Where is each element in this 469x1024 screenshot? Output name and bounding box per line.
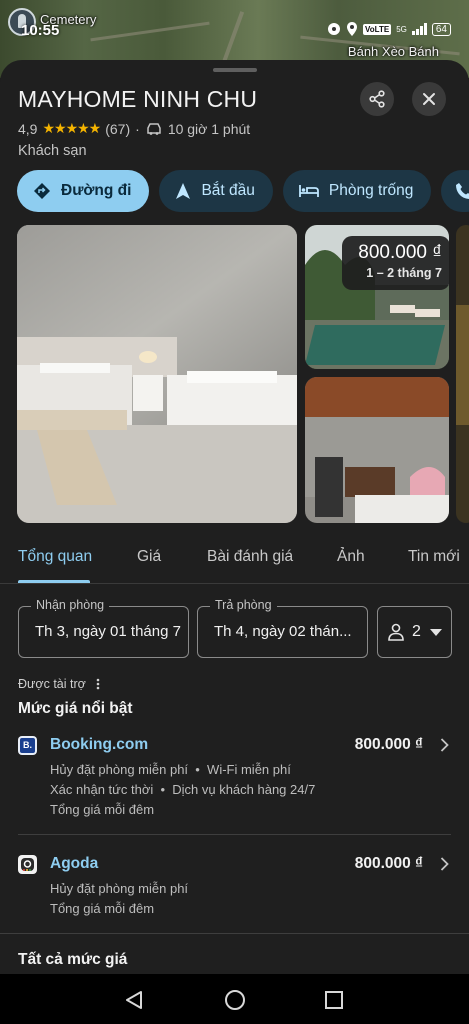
volte-badge: VoLTE (363, 23, 392, 35)
recents-icon[interactable] (324, 990, 344, 1010)
agoda-logo-icon (18, 855, 37, 874)
drive-time: 10 giờ 1 phút (167, 120, 251, 137)
availability-button[interactable]: Phòng trống (282, 170, 432, 212)
next-photo-preview[interactable] (456, 225, 469, 523)
place-name: MAYHOME NINH CHU (18, 86, 258, 112)
tab-bar: Tổng quan Giá Bài đánh giá Ảnh Tin mới (0, 536, 469, 584)
guests-selector[interactable]: 2 (377, 606, 452, 658)
booking-logo-icon: B. (18, 736, 37, 755)
divider (0, 933, 469, 934)
call-button[interactable] (441, 170, 469, 212)
system-nav-bar (0, 974, 469, 1024)
review-count[interactable]: (67) (105, 121, 130, 137)
tab-photos[interactable]: Ảnh (337, 548, 365, 566)
more-options-icon[interactable] (96, 678, 100, 690)
sponsored-row: Được tài trợ (18, 677, 100, 691)
phone-icon (456, 183, 469, 199)
rating-line: 4,9 ★★★★★ (67) · 10 giờ 1 phút (18, 120, 250, 137)
checkin-value: Th 3, ngày 01 tháng 7 (35, 623, 181, 640)
share-icon (369, 90, 385, 108)
main-room-photo[interactable] (17, 225, 297, 523)
start-button[interactable]: Bắt đầu (159, 170, 273, 212)
tab-prices[interactable]: Giá (137, 548, 161, 566)
navigation-arrow-icon (176, 183, 191, 199)
chevron-right-icon (440, 738, 449, 752)
photo-price-dates: 1 – 2 tháng 7 (366, 266, 442, 280)
drag-handle[interactable] (213, 68, 257, 72)
tab-indicator (18, 580, 90, 583)
home-icon[interactable] (224, 989, 246, 1011)
photo-price-tag[interactable]: 800.000 ₫ 1 – 2 tháng 7 (342, 236, 450, 290)
close-icon (423, 93, 435, 105)
tab-overview[interactable]: Tổng quan (18, 548, 92, 566)
offer-features-1: Hủy đặt phòng miễn phí • Wi-Fi miễn phí (50, 762, 291, 777)
separator-dot: · (135, 120, 140, 137)
offer-name: Agoda (50, 855, 99, 872)
offer-booking[interactable]: B. Booking.com 800.000 ₫ Hủy đặt phòng m… (0, 736, 469, 826)
preview-photo-image (456, 225, 469, 523)
offer-price: 800.000 ₫ (354, 736, 423, 753)
sponsored-label: Được tài trợ (18, 677, 86, 691)
bed-icon (299, 185, 319, 197)
offer-name: Booking.com (50, 736, 149, 753)
directions-button[interactable]: Đường đi (17, 170, 150, 212)
action-chips: Đường đi Bắt đầu Phòng trống (17, 170, 469, 212)
place-category: Khách sạn (18, 143, 87, 159)
signal-icon (411, 23, 427, 35)
car-icon (147, 122, 161, 135)
battery-icon: 64 (431, 22, 451, 36)
map-label-restaurant: Bánh Xèo Bánh (347, 44, 439, 59)
status-time: 10:55 (21, 22, 60, 39)
close-button[interactable] (412, 82, 446, 116)
photo-price: 800.000 ₫ (358, 242, 442, 263)
guests-count: 2 (412, 623, 421, 640)
all-prices-header[interactable]: Tất cả mức giá (18, 951, 127, 969)
share-button[interactable] (360, 82, 394, 116)
offer-features-2: Xác nhận tức thời • Dịch vụ khách hàng 2… (50, 782, 316, 797)
back-icon[interactable] (124, 990, 144, 1010)
interior-photo-image (305, 377, 449, 523)
availability-label: Phòng trống (328, 182, 414, 199)
tab-reviews[interactable]: Bài đánh giá (207, 548, 293, 566)
dropdown-arrow-icon (430, 629, 442, 636)
chevron-right-icon (440, 857, 449, 871)
checkout-field[interactable]: Trả phòng Th 4, ngày 02 thán... (197, 598, 368, 658)
directions-label: Đường đi (61, 182, 132, 199)
rating-value: 4,9 (18, 120, 38, 137)
location-icon (347, 22, 358, 36)
checkin-field[interactable]: Nhận phòng Th 3, ngày 01 tháng 7 (18, 598, 189, 658)
interior-photo[interactable] (305, 377, 449, 523)
sim-icon (328, 23, 341, 35)
divider (18, 834, 451, 835)
person-icon (388, 623, 404, 641)
offer-features-1: Hủy đặt phòng miễn phí (50, 881, 189, 896)
checkout-value: Th 4, ngày 02 thán... (214, 623, 352, 640)
checkout-label: Trả phòng (210, 598, 277, 612)
featured-prices-header: Mức giá nổi bật (18, 700, 133, 717)
network-type: 5G (396, 24, 407, 34)
offer-note: Tổng giá mỗi đêm (50, 802, 155, 817)
status-icons: VoLTE 5G 64 (327, 22, 451, 36)
offer-note: Tổng giá mỗi đêm (50, 901, 155, 916)
place-sheet: MAYHOME NINH CHU 4,9 ★★★★★ (67) · 10 giờ… (0, 60, 469, 974)
tab-updates[interactable]: Tin mới (408, 548, 460, 566)
start-label: Bắt đầu (201, 182, 255, 199)
directions-icon (34, 183, 50, 199)
star-rating: ★★★★★ (42, 120, 101, 136)
offer-agoda[interactable]: Agoda 800.000 ₫ Hủy đặt phòng miễn phí T… (0, 855, 469, 916)
checkin-label: Nhận phòng (31, 598, 110, 612)
room-photo-image (17, 225, 297, 523)
offer-price: 800.000 ₫ (354, 855, 423, 872)
